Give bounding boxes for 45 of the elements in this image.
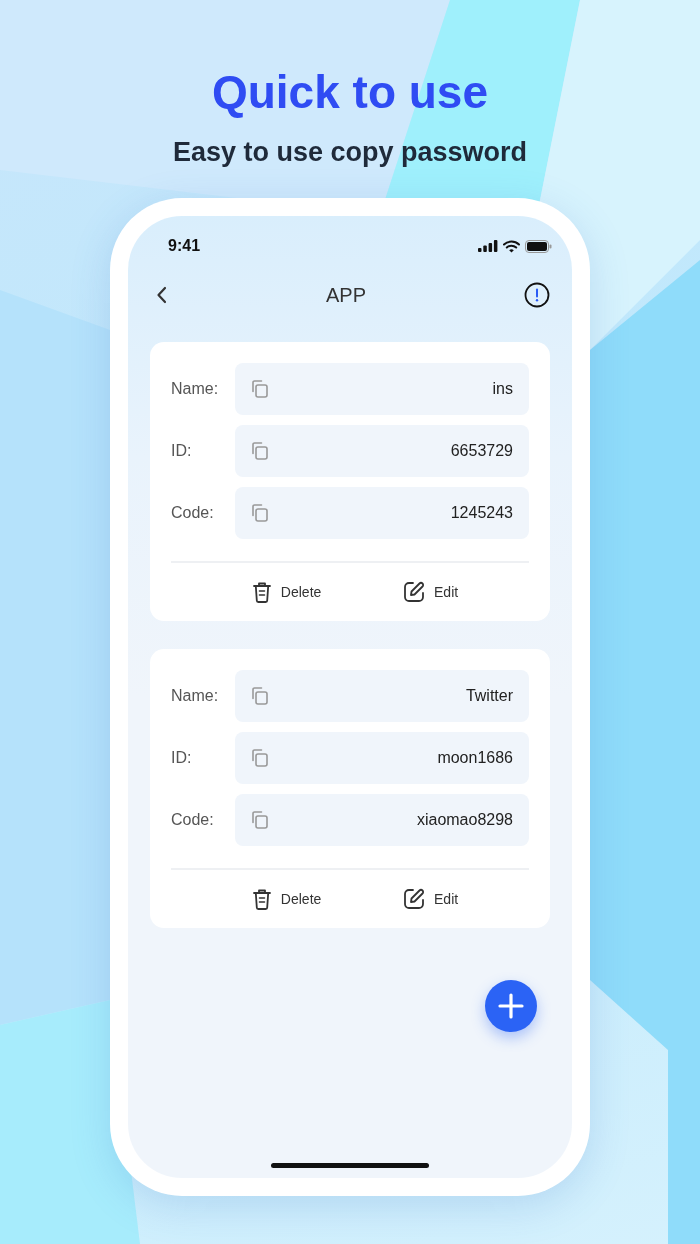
- back-icon: [156, 285, 168, 305]
- headline: Quick to use: [211, 65, 489, 120]
- field-value-box[interactable]: moon1686: [235, 732, 529, 784]
- copy-icon[interactable]: [249, 503, 269, 523]
- edit-icon: [403, 888, 425, 910]
- field-value-box[interactable]: Twitter: [235, 670, 529, 722]
- info-icon: [524, 282, 550, 308]
- copy-icon[interactable]: [249, 379, 269, 399]
- edit-button[interactable]: Edit: [403, 888, 459, 910]
- field-value: ins: [492, 380, 513, 398]
- field-value-box[interactable]: xiaomao8298: [235, 794, 529, 846]
- field-value: Twitter: [465, 687, 513, 705]
- status-time: 9:41: [168, 237, 201, 255]
- info-button[interactable]: [524, 282, 550, 308]
- field-label: Name:: [171, 380, 220, 398]
- field-value-box[interactable]: 1245243: [235, 487, 529, 539]
- add-button[interactable]: [485, 980, 537, 1032]
- delete-button[interactable]: Delete: [251, 888, 322, 910]
- subtitle: Easy to use copy password: [172, 136, 528, 169]
- field-value-box[interactable]: ins: [235, 363, 529, 415]
- copy-icon[interactable]: [249, 441, 269, 461]
- field-value: 6653729: [450, 442, 513, 460]
- delete-button[interactable]: Delete: [251, 581, 322, 603]
- battery-icon: [525, 239, 552, 253]
- field-label: ID:: [171, 749, 193, 767]
- field-label: ID:: [171, 442, 193, 460]
- field-label: Code:: [171, 811, 215, 829]
- field-value: moon1686: [437, 749, 513, 767]
- edit-icon: [403, 581, 425, 603]
- copy-icon[interactable]: [249, 748, 269, 768]
- field-value: xiaomao8298: [416, 811, 513, 829]
- trash-icon: [251, 581, 272, 603]
- field-value-box[interactable]: 6653729: [235, 425, 529, 477]
- signal-icon: [478, 240, 498, 252]
- field-label: Name:: [171, 687, 220, 705]
- edit-button[interactable]: Edit: [403, 581, 459, 603]
- field-label: Code:: [171, 504, 215, 522]
- trash-icon: [251, 888, 272, 910]
- plus-icon: [497, 992, 525, 1020]
- field-value: 1245243: [450, 504, 513, 522]
- copy-icon[interactable]: [249, 810, 269, 830]
- screen-title: APP: [326, 283, 366, 307]
- copy-icon[interactable]: [249, 686, 269, 706]
- back-button[interactable]: [156, 285, 168, 305]
- wifi-icon: [503, 239, 520, 253]
